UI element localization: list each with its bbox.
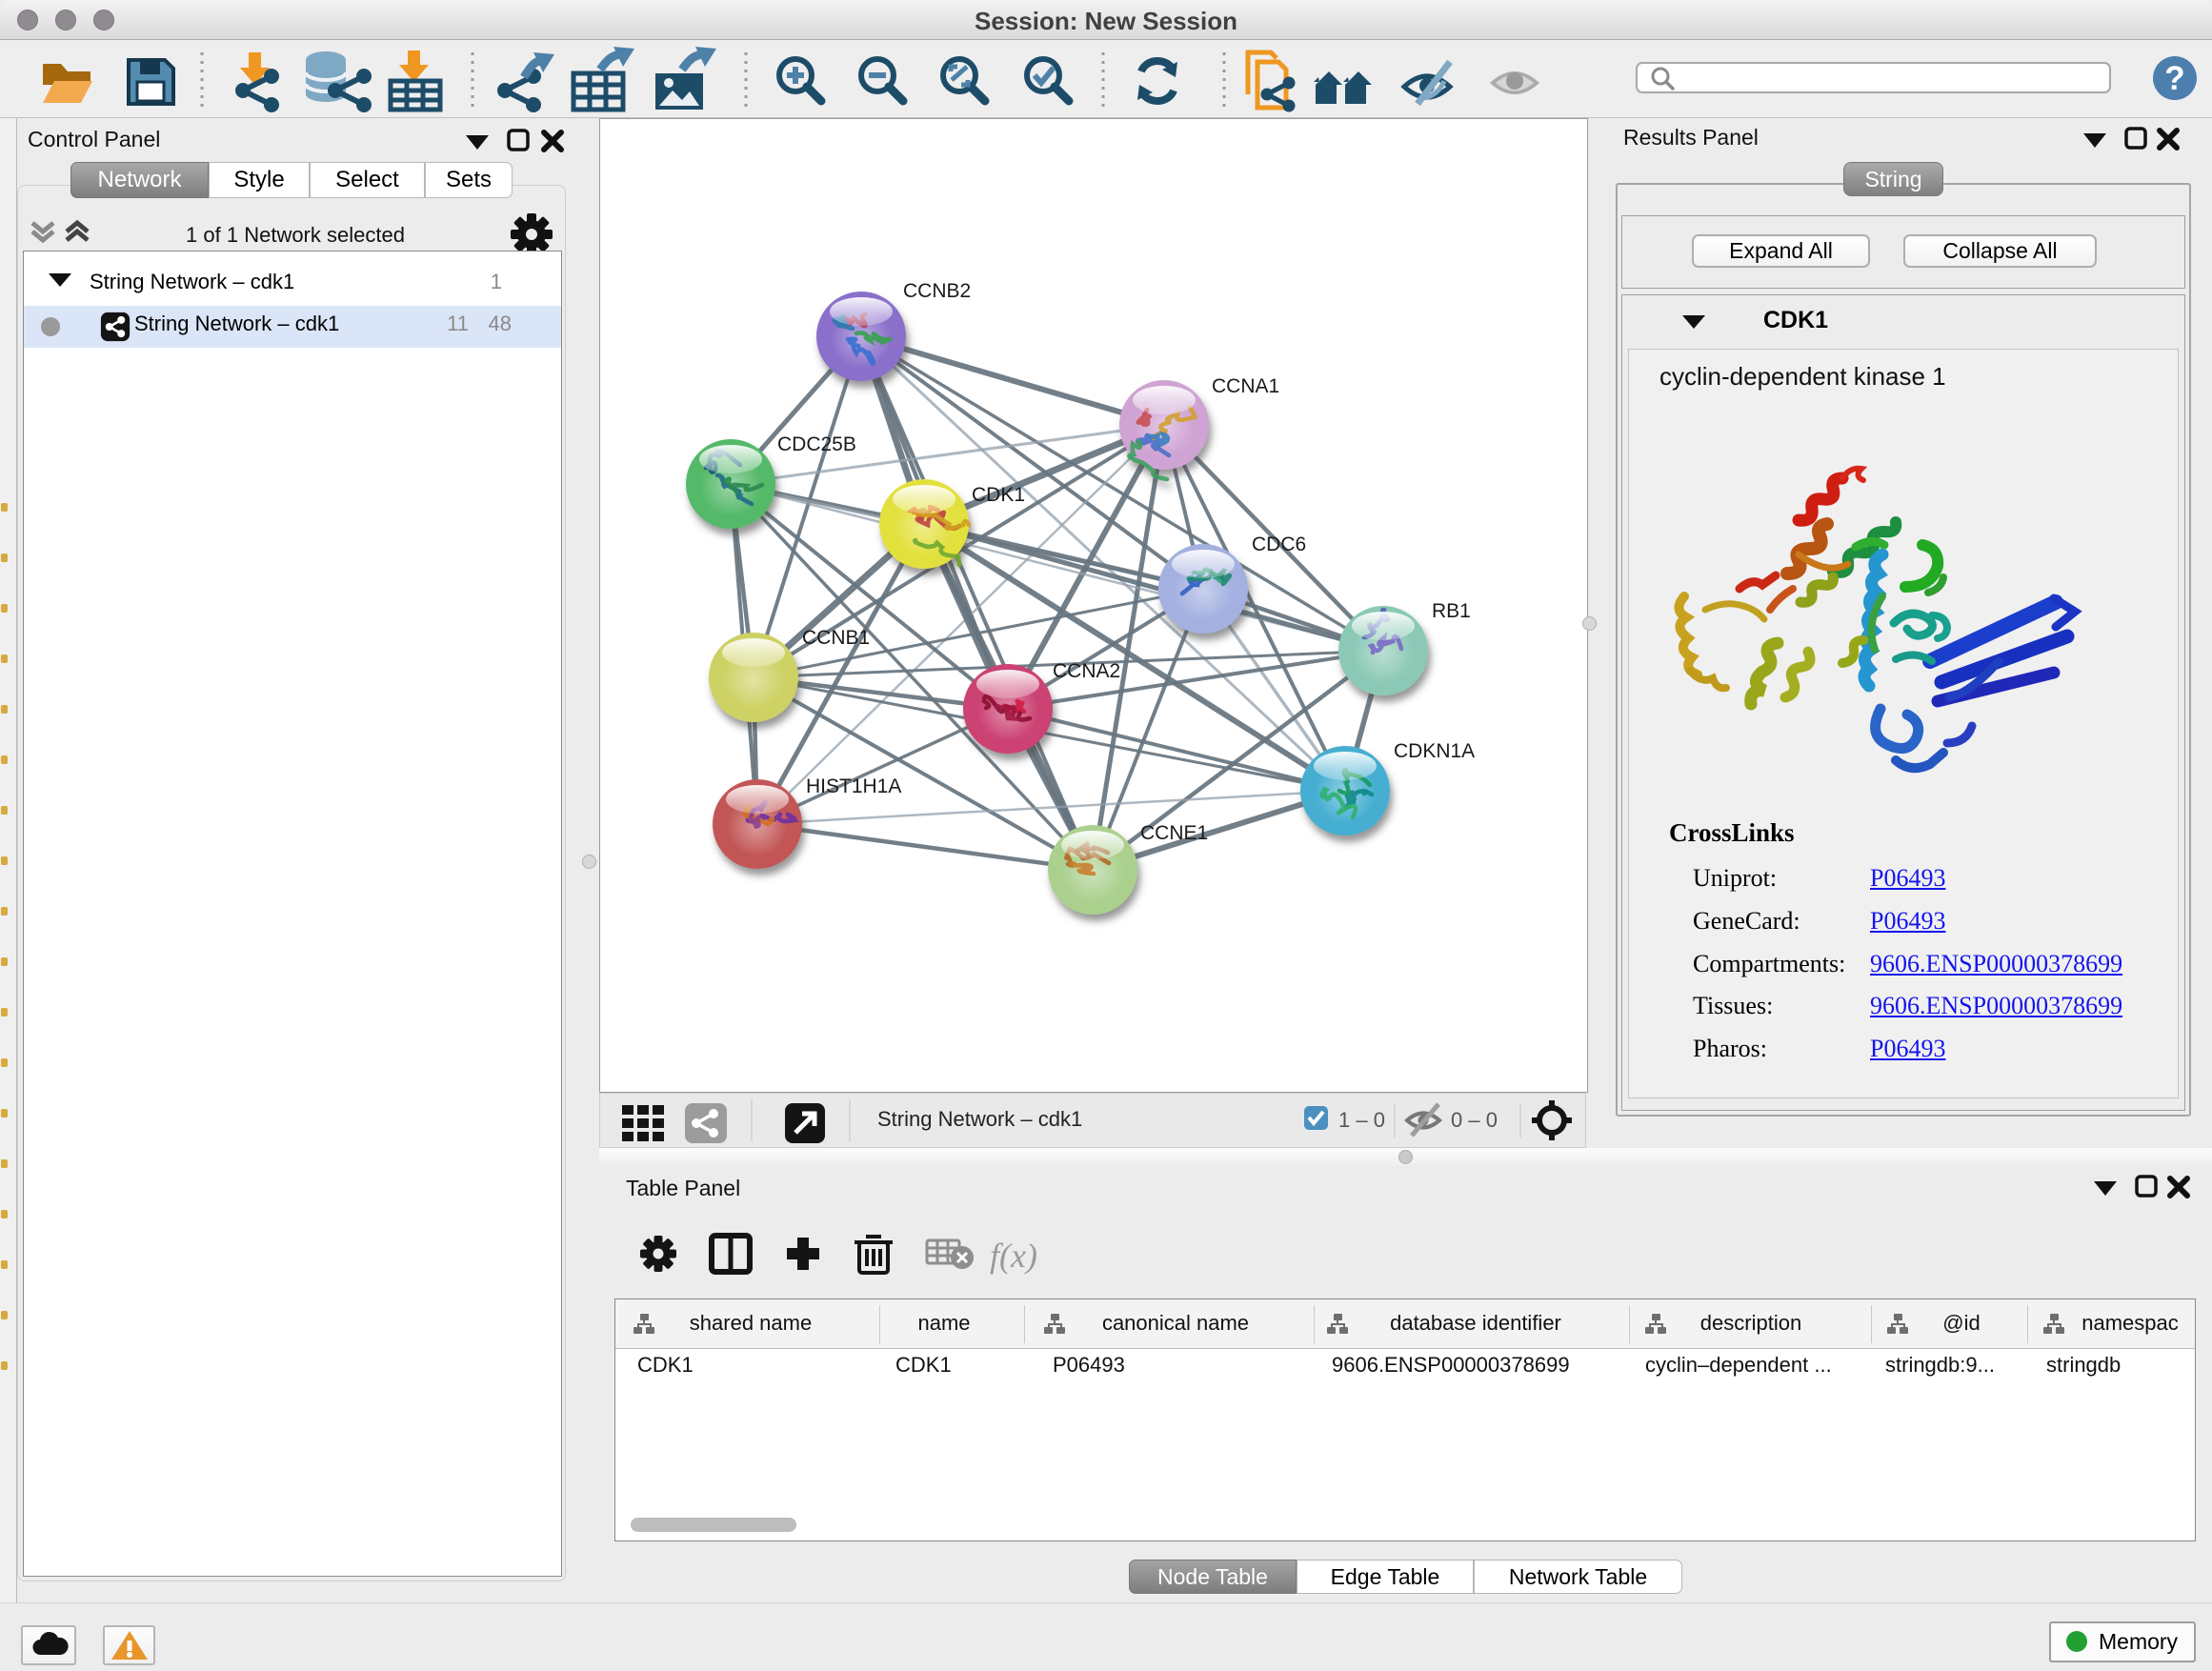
svg-text:CDKN1A: CDKN1A — [1394, 740, 1475, 762]
svg-text:CDC6: CDC6 — [1252, 534, 1306, 555]
svg-text:HIST1H1A: HIST1H1A — [806, 775, 901, 797]
svg-text:CCNA1: CCNA1 — [1212, 375, 1279, 397]
svg-text:?: ? — [2164, 60, 2184, 97]
svg-text:CCNA2: CCNA2 — [1053, 660, 1120, 682]
svg-text:CDC25B: CDC25B — [777, 433, 856, 455]
svg-text:CCNB1: CCNB1 — [802, 627, 870, 649]
svg-text:CDK1: CDK1 — [972, 484, 1025, 506]
svg-text:RB1: RB1 — [1432, 600, 1471, 622]
svg-text:f(x): f(x) — [990, 1237, 1037, 1275]
svg-text:CCNB2: CCNB2 — [903, 280, 971, 302]
svg-text:CCNE1: CCNE1 — [1140, 822, 1208, 844]
